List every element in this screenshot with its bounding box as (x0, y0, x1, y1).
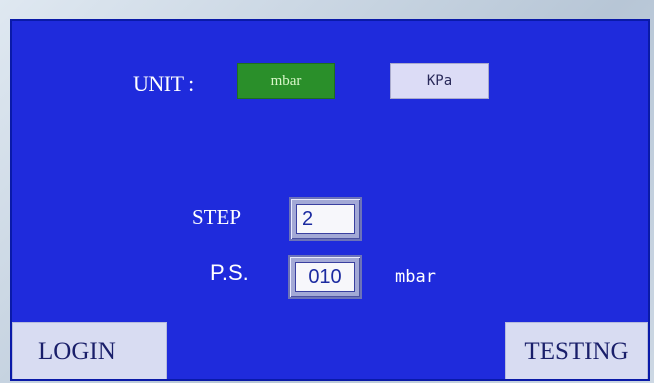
step-input-frame[interactable]: 2 (289, 197, 362, 241)
unit-label: UNIT : (133, 71, 194, 96)
unit-mbar-label: mbar (270, 72, 302, 89)
unit-kpa-button[interactable]: KPa (390, 63, 489, 99)
pressure-setpoint-label: P.S. (210, 260, 249, 285)
pressure-unit-label: mbar (395, 267, 436, 287)
step-input[interactable]: 2 (296, 204, 355, 234)
login-button-label: LOGIN (38, 338, 116, 365)
login-button[interactable]: LOGIN (12, 322, 167, 379)
unit-mbar-button[interactable]: mbar (237, 63, 335, 99)
testing-button[interactable]: TESTING (505, 322, 648, 379)
unit-kpa-label: KPa (426, 73, 453, 89)
step-label: STEP (192, 205, 242, 229)
hmi-screen: UNIT : mbar KPa STEP 2 P.S. 010 mbar LOG… (10, 19, 650, 381)
pressure-input-frame[interactable]: 010 (288, 255, 362, 299)
testing-button-label: TESTING (524, 338, 629, 365)
pressure-setpoint-input[interactable]: 010 (295, 262, 355, 292)
